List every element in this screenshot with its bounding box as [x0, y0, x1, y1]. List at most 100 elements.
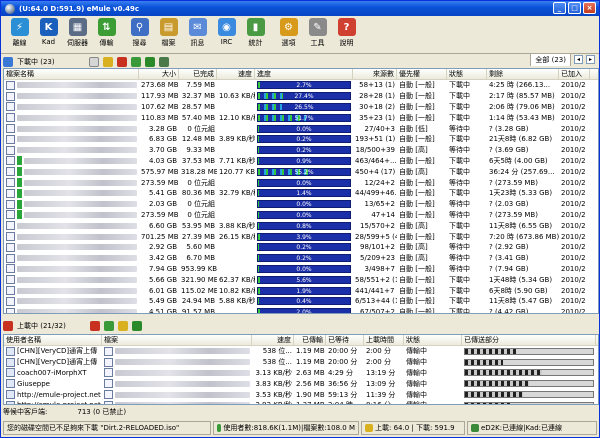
download-row[interactable]: 273.59 MB 0 位元組 0.0% 47+14 自動 [一般] 等待中 ? (273.…	[4, 210, 598, 221]
done-cell: 12.48 MB	[181, 135, 215, 144]
minimize-button[interactable]: _	[553, 2, 566, 14]
messages-icon: ✉	[188, 18, 207, 36]
user-cell: [CHN][VeryCD]通宵上傳	[4, 346, 102, 356]
column-header[interactable]: 狀態	[404, 335, 462, 345]
download-row[interactable]: 4.03 GB 37.53 MB 7.71 KB/秒 0.9% 463/464+... 自…	[4, 156, 598, 167]
speed-cell: 10.63 KB/秒	[219, 92, 255, 101]
toolbar-button-kad[interactable]: K Kad	[34, 16, 63, 52]
added-cell: 2010/2	[561, 232, 586, 241]
column-header[interactable]: 優先權	[397, 69, 447, 79]
toolbar-label: 離線	[12, 39, 27, 47]
blurred-file-name	[17, 244, 137, 251]
download-row[interactable]: 3.42 GB 6.70 MB 0.2% 5/209+23 自動 [高] 等待中 ? (3.…	[4, 253, 598, 264]
toolbar-button-options[interactable]: ⚙ 選項	[274, 16, 303, 52]
remaining-cell: ? (4.42 GB)	[489, 308, 529, 314]
download-row[interactable]: 5.41 GB 80.36 MB 32.79 KB/秒 1.4% 44/499+46..…	[4, 188, 598, 199]
priority-cell: 自動 [一般]	[399, 113, 435, 122]
download-clients-icon[interactable]	[131, 321, 142, 331]
progress-cell: 5.6%	[255, 275, 353, 284]
column-header[interactable]: 檔案名稱	[4, 69, 139, 79]
toolbar-button-tools[interactable]: ✎ 工具	[303, 16, 332, 52]
done-cell: 28.57 MB	[181, 102, 215, 111]
parts-cell	[462, 347, 596, 355]
upload-row[interactable]: http://emule-project.net 2.92 KB/秒1.37 MB…	[4, 400, 598, 404]
download-row[interactable]: 3.70 GB 9.33 MB 0.2% 18/500+39 自動 [高] 等待中 ? (3…	[4, 145, 598, 156]
priority-cell: 自動 [高]	[399, 167, 428, 176]
column-header[interactable]: 速度	[252, 335, 294, 345]
category-icon[interactable]	[102, 57, 113, 67]
download-row[interactable]: 6.01 GB 115.02 MB10.82 KB/秒 1.9% 441/441+7 …	[4, 285, 598, 296]
download-row[interactable]: 273.59 MB 0 位元組 0.0% 12/24+2 自動 [一般] 等待中 ? (27…	[4, 177, 598, 188]
column-header[interactable]: 狀態	[447, 69, 487, 79]
column-header[interactable]: 進度	[255, 69, 353, 79]
download-row[interactable]: 4.51 GB 91.57 MB 2.0% 67/507+2 自動 [一般] 下載中 ? (…	[4, 307, 598, 314]
download-row[interactable]: 6.60 GB 53.95 MB 3.88 KB/秒 0.8% 15/570+2 自動 […	[4, 220, 598, 231]
toolbar-button-server[interactable]: ▦ 伺服器	[63, 16, 92, 52]
file-name-cell	[4, 221, 139, 231]
column-header[interactable]: 來源數	[353, 69, 397, 79]
upload-row[interactable]: [CHN][VeryCD]通宵上傳 538 位... 1.19 MB 20:00 分 2…	[4, 357, 598, 368]
resume-icon[interactable]	[130, 57, 141, 67]
upload-row[interactable]: http://emule-project.net 3.53 KB/秒 1.90 MB…	[4, 389, 598, 400]
download-row[interactable]: 2.03 GB 0 位元組 0.0% 13/65+2 自動 [一般] 等待中 ? (2.03…	[4, 199, 598, 210]
progress-bar: 26.5%	[257, 102, 351, 111]
rate-icon	[365, 424, 373, 432]
download-row[interactable]: 107.62 MB 28.57 MB 26.5% 30+18 (2) 自動 [一般] 下載…	[4, 102, 598, 113]
progress-cell: 0.0%	[255, 200, 353, 209]
sources-icon[interactable]	[158, 57, 169, 67]
toolbar-button-search[interactable]: ⚲ 搜尋	[125, 16, 154, 52]
upload-row[interactable]: Giuseppe 3.83 KB/秒 2.56 MB 36:56 分 13:09 分 傳輸…	[4, 378, 598, 389]
close-button[interactable]: ×	[583, 2, 596, 14]
download-row[interactable]: 701.25 MB27.39 MB 26.15 KB/秒 3.9% 28/599+5 …	[4, 231, 598, 242]
toolbar-button-disconnect[interactable]: ⚡ 離線	[5, 16, 34, 52]
download-row[interactable]: 3.28 GB 0 位元組 0.0% 27/40+3 自動 [低] 等待中 ? (3.28 …	[4, 123, 598, 134]
download-arrow-icon[interactable]	[144, 57, 155, 67]
download-row[interactable]: 117.93 MB32.37 MB 10.63 KB/秒 27.4% 28+28 (1…	[4, 91, 598, 102]
column-header[interactable]: 已傳輸	[294, 335, 326, 345]
upload-row[interactable]: coach007-iMorphXT 3.13 KB/秒 2.63 MB 4:29 分 1…	[4, 368, 598, 379]
toolbar-button-irc[interactable]: ◉ IRC	[212, 16, 241, 52]
status-rate: 上載: 64.0 | 下載: 591.9	[361, 421, 465, 435]
column-header[interactable]: 已加入	[559, 69, 590, 79]
tab-next-button[interactable]: ▸	[586, 55, 595, 64]
remaining-cell: ? (2.92 GB)	[489, 243, 529, 252]
title-bar[interactable]: (U:64.0 D:591.9) eMule v0.49c _ □ ×	[1, 1, 599, 16]
toolbar-button-help[interactable]: ? 說明	[332, 16, 361, 52]
download-row[interactable]: 110.83 MB57.40 MB 12.10 KB/秒 51.7% 35+23 (1…	[4, 112, 598, 123]
column-header[interactable]: 上載時間	[364, 335, 404, 345]
column-header[interactable]: 已傳送部分	[462, 335, 596, 345]
column-header[interactable]: 使用者名稱	[4, 335, 102, 345]
file-name-cell	[4, 286, 139, 296]
view-toggle-icon[interactable]	[88, 57, 99, 67]
download-row[interactable]: 6.83 GB 12.48 MB 3.89 KB/秒 0.2% 193+51 (1) 自動…	[4, 134, 598, 145]
download-row[interactable]: 5.66 GB 321.90 MB62.37 KB/秒 5.6% 58/551+2 (…	[4, 274, 598, 285]
column-header[interactable]: 檔案	[102, 335, 252, 345]
tab-all[interactable]: 全部 (23)	[530, 53, 571, 66]
column-header[interactable]: 大小	[139, 69, 179, 79]
toolbar-button-shared-files[interactable]: ▤ 檔案	[154, 16, 183, 52]
download-row[interactable]: 273.68 MB 7.59 MB 2.7% 58+13 (1) 自動 [一般] 下載中 4…	[4, 80, 598, 91]
column-header[interactable]: 剩餘	[487, 69, 559, 79]
column-header[interactable]: 已等待	[326, 335, 364, 345]
download-row[interactable]: 7.94 GB 953.99 KB 0.0% 3/498+7 自動 [一般] 等待中 ? (…	[4, 264, 598, 275]
column-header[interactable]: 已完成	[179, 69, 217, 79]
priority-up-icon[interactable]	[116, 57, 127, 67]
upload-view-icon[interactable]	[89, 321, 100, 331]
toolbar-button-transfer[interactable]: ⇅ 傳輸	[92, 16, 121, 52]
maximize-button[interactable]: □	[568, 2, 581, 14]
download-row[interactable]: 575.97 MB318.28 MB120.77 KB... 55.2% 450+4…	[4, 166, 598, 177]
file-name-cell	[4, 210, 139, 220]
download-row[interactable]: 5.49 GB 24.94 MB 5.88 KB/秒 0.4% 6/513+44 (1)…	[4, 296, 598, 307]
priority-cell: 自動 [高]	[399, 221, 428, 230]
priority-cell: 自動 [高]	[399, 146, 428, 155]
clients-view-icon[interactable]	[117, 321, 128, 331]
toolbar-label: 訊息	[190, 39, 205, 47]
toolbar-button-statistics[interactable]: ▮ 統計	[241, 16, 270, 52]
tab-prev-button[interactable]: ◂	[574, 55, 583, 64]
upload-row[interactable]: [CHN][VeryCD]通宵上傳 538 位... 1.19 MB 20:00 分 2…	[4, 346, 598, 357]
download-row[interactable]: 2.92 GB 5.60 MB 0.2% 98/101+2 自動 [高] 等待中 ? (2.…	[4, 242, 598, 253]
toolbar-button-messages[interactable]: ✉ 訊息	[183, 16, 212, 52]
column-header[interactable]: 速度	[217, 69, 255, 79]
queue-view-icon[interactable]	[103, 321, 114, 331]
progress-bar: 27.4%	[257, 92, 351, 101]
